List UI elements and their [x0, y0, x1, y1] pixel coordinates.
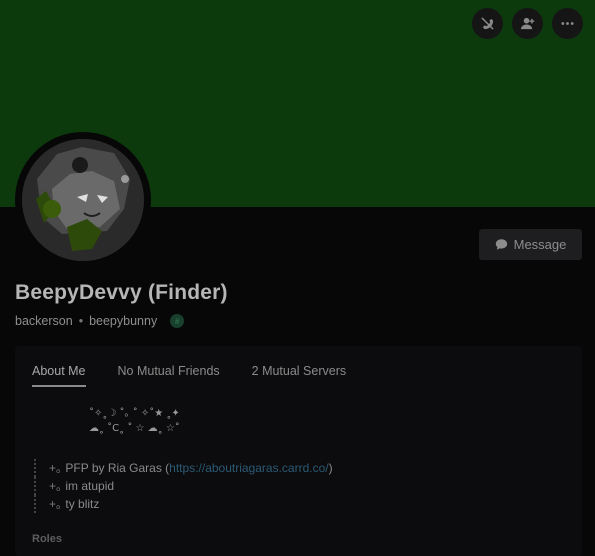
bio-text: ty blitz — [65, 497, 100, 511]
bio-line: +｡ im atupid — [34, 477, 333, 495]
display-name: BeepyDevvy (Finder) — [15, 281, 228, 304]
more-icon — [561, 22, 574, 25]
decoration-line-1: ˚✧˳☽ ˚｡ ˚ ✧˚★ ˳✦ — [89, 408, 180, 419]
pfp-credit-link[interactable]: https://aboutriagaras.carrd.co/ — [169, 461, 328, 475]
username[interactable]: backerson — [15, 314, 73, 328]
decoration-line-2: ☁˳ ˚C˳ ˚ ☆ ☁˳ ☆˚ — [89, 423, 180, 434]
more-button[interactable] — [552, 8, 583, 39]
bio-text: im atupid — [65, 479, 115, 493]
bio-bullet: +｡ — [49, 497, 63, 511]
chat-bubble-icon — [495, 239, 507, 250]
about-decoration: ˚✧˳☽ ˚｡ ˚ ✧˚★ ˳✦ ☁˳ ˚C˳ ˚ ☆ ☁˳ ☆˚ — [89, 406, 180, 436]
message-button-label: Message — [513, 237, 567, 252]
tab-mutual-servers[interactable]: 2 Mutual Servers — [252, 364, 346, 387]
bio-bullet: +｡ — [49, 461, 63, 475]
add-friend-button[interactable] — [512, 8, 543, 39]
tab-about-me[interactable]: About Me — [32, 364, 86, 387]
tab-mutual-friends[interactable]: No Mutual Friends — [118, 364, 220, 387]
avatar-image — [22, 139, 144, 261]
hashtag-badge-icon[interactable]: # — [170, 314, 185, 328]
bio-text-suffix: ) — [328, 461, 333, 475]
bio-line: +｡ PFP by Ria Garas (https://aboutriagar… — [34, 459, 333, 477]
bio-line: +｡ ty blitz — [34, 495, 333, 513]
profile-actions — [472, 8, 583, 39]
bio-bullet: +｡ — [49, 479, 63, 493]
avatar[interactable] — [22, 139, 144, 261]
message-button[interactable]: Message — [479, 229, 582, 260]
roles-heading: Roles — [32, 533, 62, 545]
user-subline: backerson • beepybunny # — [15, 314, 185, 328]
bio-text: PFP by Ria Garas ( — [65, 461, 170, 475]
no-call-button[interactable] — [472, 8, 503, 39]
profile-tabs: About Me No Mutual Friends 2 Mutual Serv… — [32, 364, 346, 387]
profile-info-panel: About Me No Mutual Friends 2 Mutual Serv… — [15, 346, 582, 556]
about-me-bio: +｡ PFP by Ria Garas (https://aboutriagar… — [34, 459, 333, 513]
separator-dot: • — [78, 314, 84, 328]
add-friend-icon — [520, 17, 535, 30]
no-call-icon — [481, 17, 494, 30]
pronouns: beepybunny — [89, 314, 158, 328]
